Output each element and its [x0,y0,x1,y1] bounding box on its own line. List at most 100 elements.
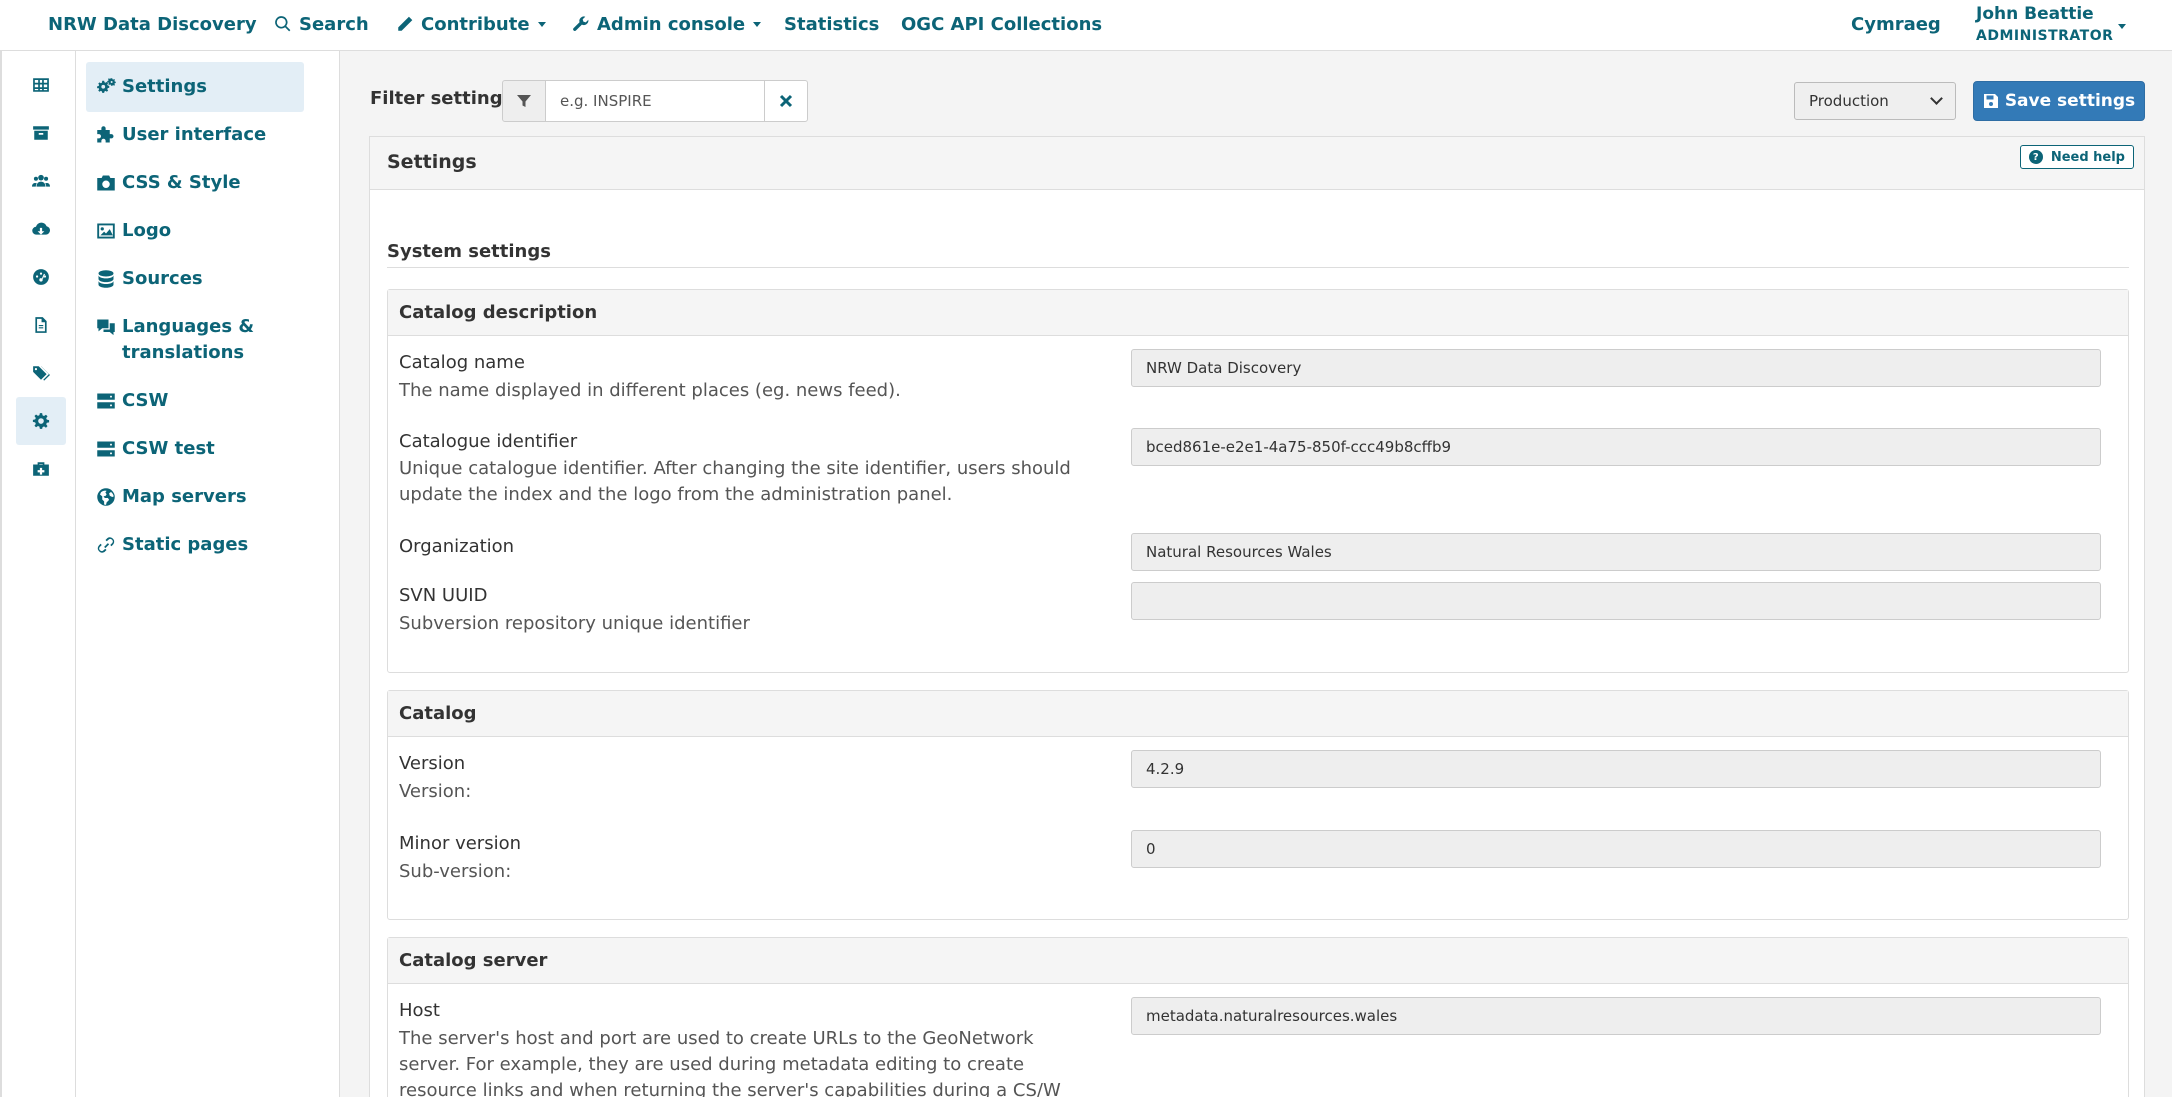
nav-statistics[interactable]: Statistics [784,10,879,38]
top-navbar: NRW Data Discovery Search Contribute Adm… [0,0,2172,51]
users-icon [32,174,50,187]
rail-statistics[interactable] [16,253,66,301]
settings-nav-label: Sources [122,268,203,289]
fieldset-title: Catalog server [399,950,548,971]
settings-nav-label: Languages & translations [122,316,255,363]
nav-search[interactable]: Search [274,10,369,38]
nav-contribute[interactable]: Contribute [396,10,546,38]
minor-version-value: 0 [1146,840,1156,858]
rail-users[interactable] [16,157,66,205]
settings-panel: Settings ? Need help System settings Cat… [369,136,2145,1097]
user-role: ADMINISTRATOR [1976,28,2114,44]
language-label: Cymraeg [1851,13,1941,35]
system-settings-title: System settings [387,241,551,262]
file-icon [35,317,47,333]
chevron-down-icon[interactable] [2118,24,2126,29]
settings-nav-csw-test[interactable]: CSW test [86,424,304,474]
cloud-download-icon [32,222,50,235]
save-icon [1983,94,1998,108]
catalog-name-value: NRW Data Discovery [1146,359,1302,377]
brand-link[interactable]: NRW Data Discovery [48,10,257,38]
need-help-button[interactable]: ? Need help [2019,145,2134,169]
user-menu[interactable]: John Beattie ADMINISTRATOR [1976,4,2113,44]
tags-icon [33,366,50,381]
rail-dashboard[interactable] [16,61,66,109]
nav-search-label: Search [299,13,369,35]
field-help-host: The server's host and port are used to c… [399,1028,1061,1097]
organization-input[interactable]: Natural Resources Wales [1131,533,2101,571]
settings-nav-languages[interactable]: Languages & translations [86,302,304,378]
settings-nav-logo[interactable]: Logo [86,206,304,256]
settings-nav-user-interface[interactable]: User interface [86,110,304,160]
settings-nav-css-style[interactable]: CSS & Style [86,158,304,208]
settings-nav-map-servers[interactable]: Map servers [86,472,304,522]
brand-label: NRW Data Discovery [48,13,257,35]
environment-select[interactable]: Production [1794,82,1956,120]
field-help-version: Version: [399,781,472,802]
rail-settings[interactable] [16,397,66,445]
chevron-down-icon [1930,92,1943,105]
nav-admin-console[interactable]: Admin console [572,10,762,38]
settings-nav-label: Settings [122,76,207,97]
rail-metadata[interactable] [16,109,66,157]
filter-addon [502,80,546,122]
server-icon [97,393,115,409]
nav-statistics-label: Statistics [784,13,880,35]
chevron-down-icon [753,21,762,27]
puzzle-icon [97,126,114,143]
close-icon [779,94,793,108]
organization-value: Natural Resources Wales [1146,543,1332,561]
image-icon [97,223,115,239]
fieldset-catalog-server: Catalog server Host The server's host an… [387,937,2129,1097]
filter-settings-input[interactable] [545,80,765,122]
fieldset-title: Catalog [399,703,477,724]
chevron-down-icon [537,21,546,27]
catalog-name-input[interactable]: NRW Data Discovery [1131,349,2101,387]
field-label-catalog-name: Catalog name [399,352,525,373]
field-label-minor-version: Minor version [399,833,522,854]
host-input[interactable]: metadata.naturalresources.wales [1131,997,2101,1035]
link-icon [97,537,115,553]
admin-icon-rail [0,51,76,1097]
settings-nav-label: User interface [122,124,267,145]
version-input[interactable]: 4.2.9 [1131,750,2101,788]
host-value: metadata.naturalresources.wales [1146,1007,1398,1025]
globe-icon [97,488,115,506]
field-help-catalogue-identifier: Unique catalogue identifier. After chang… [399,458,1071,505]
save-settings-button[interactable]: Save settings [1973,81,2145,121]
rail-reports[interactable] [16,301,66,349]
nav-admin-label: Admin console [597,13,746,35]
field-label-version: Version [399,753,466,774]
wrench-icon [573,16,589,31]
catalogue-identifier-input[interactable]: bced861e-e2e1-4a75-850f-ccc49b8cffb9 [1131,428,2101,466]
comments-icon [97,319,115,336]
fieldset-heading: Catalog description [388,290,2128,336]
filter-clear-button[interactable] [764,80,808,122]
settings-nav-label: Static pages [122,534,249,555]
save-settings-label: Save settings [2004,91,2136,111]
panel-heading: Settings ? Need help [370,137,2144,190]
panel-title: Settings [387,151,477,173]
minor-version-input[interactable]: 0 [1131,830,2101,868]
rail-harvesting[interactable] [16,205,66,253]
field-help-catalog-name: The name displayed in different places (… [399,380,901,401]
svn-uuid-input[interactable] [1131,582,2101,620]
language-switch[interactable]: Cymraeg [1851,10,1941,38]
settings-nav-settings[interactable]: Settings [86,62,304,112]
nav-ogc-collections[interactable]: OGC API Collections [901,10,1102,38]
need-help-label: Need help [2050,149,2125,165]
settings-nav-static-pages[interactable]: Static pages [86,520,304,570]
fieldset-title: Catalog description [399,302,598,323]
rail-classification[interactable] [16,349,66,397]
settings-nav-label: CSW [122,390,169,411]
catalogue-identifier-value: bced861e-e2e1-4a75-850f-ccc49b8cffb9 [1146,438,1452,456]
settings-nav-label: CSW test [122,438,215,459]
filter-settings-label: Filter settings [370,88,514,109]
search-icon [275,16,291,32]
gear-icon [32,413,50,429]
fieldset-catalog-description: Catalog description Catalog name The nam… [387,289,2129,673]
field-help-minor-version: Sub-version: [399,861,512,882]
settings-nav-sources[interactable]: Sources [86,254,304,304]
rail-tools[interactable] [16,445,66,493]
settings-nav-csw[interactable]: CSW [86,376,304,426]
